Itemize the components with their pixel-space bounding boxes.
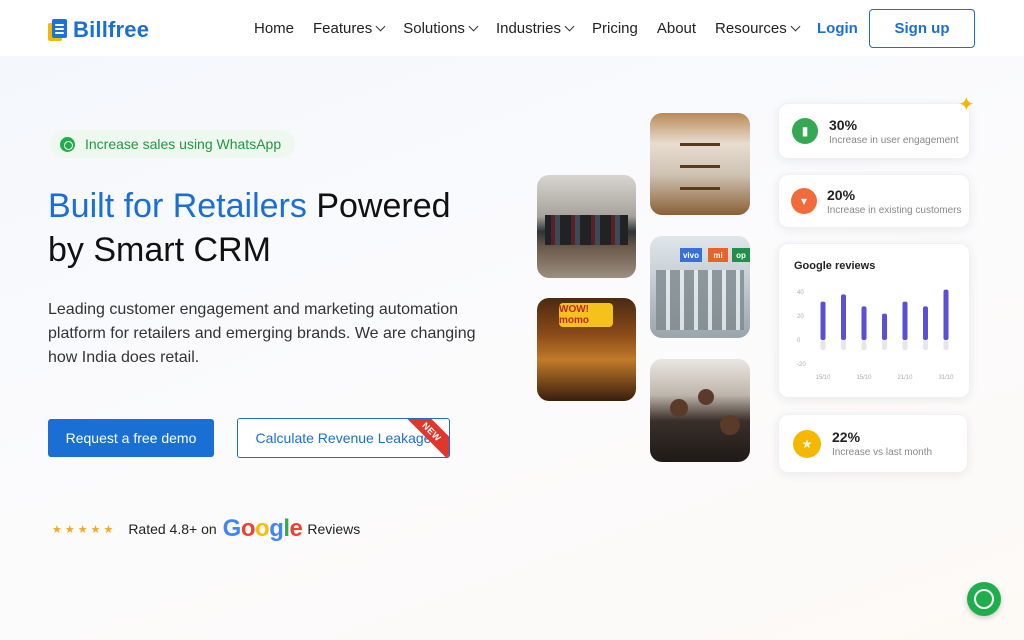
- login-link[interactable]: Login: [817, 20, 858, 37]
- rating-stars-icon: ★★★★★: [52, 523, 117, 536]
- stat-value: 22%: [832, 429, 861, 445]
- brand-name: Billfree: [73, 17, 150, 42]
- stat-value: 20%: [827, 186, 856, 203]
- chart-bar: [882, 313, 887, 340]
- oppo-sign: op: [732, 248, 750, 262]
- nav-solutions[interactable]: Solutions: [403, 20, 479, 37]
- top-navbar: Billfree Home Features Solutions Industr…: [0, 0, 1024, 56]
- bar-chart-icon: ▮: [792, 118, 818, 144]
- star-icon: ★: [793, 429, 821, 458]
- brand-logo[interactable]: Billfree: [48, 17, 149, 43]
- nav-resources[interactable]: Resources: [715, 20, 801, 37]
- nav-resources-label: Resources: [715, 20, 787, 37]
- google-logo: Google: [222, 515, 303, 542]
- chart-title: Google reviews: [794, 260, 876, 272]
- bar-track: [820, 340, 826, 350]
- chart-bar: [943, 289, 949, 340]
- bar-track: [861, 340, 867, 350]
- google-reviews-chart-card: Google reviews 40 20 0 -20 15/10 15/10 21/10 31…: [778, 243, 970, 398]
- cart-icon: ▾: [791, 188, 817, 214]
- y-tick-label: 20: [797, 314, 804, 320]
- x-tick-label: 15/10: [815, 375, 831, 381]
- whatsapp-promo-pill[interactable]: Increase sales using WhatsApp: [50, 130, 296, 158]
- nav-industries-label: Industries: [495, 20, 561, 37]
- bar-track: [923, 340, 928, 350]
- y-tick-label: -20: [797, 362, 806, 368]
- momo-store-photo: WOW! momo: [537, 298, 636, 401]
- hero-subtext: Leading customer engagement and marketin…: [48, 301, 476, 366]
- nav-pricing[interactable]: Pricing: [592, 20, 638, 37]
- bar-track: [902, 340, 908, 350]
- store-sign: WOW! momo: [559, 303, 613, 327]
- headline-part-2: by Smart CRM: [48, 231, 271, 269]
- google-reviews-chart: 40 20 0 -20 15/10 15/10 21/10 31/10: [797, 289, 954, 381]
- nav-pricing-label: Pricing: [591, 20, 638, 37]
- bar-track: [841, 340, 846, 350]
- y-tick-label: 0: [797, 338, 801, 344]
- chevron-down-icon: [790, 21, 801, 32]
- stat-label: Increase in existing customers: [827, 204, 962, 216]
- x-tick-label: 31/10: [938, 375, 954, 381]
- calc-button-label: Calculate Revenue Leakage: [255, 430, 432, 446]
- headline-highlight: Built for Retailers: [48, 187, 307, 225]
- nav-about[interactable]: About: [657, 20, 696, 37]
- billfree-logo-icon: [48, 19, 67, 41]
- whatsapp-icon: [60, 136, 75, 152]
- main-nav: Home Features Solutions Industries Prici…: [254, 20, 818, 37]
- stat-card-last-month: ★ 22% Increase vs last month: [778, 414, 968, 473]
- clothing-store-photo: [537, 175, 636, 278]
- stat-label: Increase in user engagement: [829, 134, 959, 146]
- chart-bar: [902, 301, 908, 340]
- chevron-down-icon: [468, 21, 479, 32]
- rating-prefix: Rated 4.8+ on: [128, 521, 217, 537]
- mobile-store-photo: vivo mi op: [650, 236, 750, 338]
- chart-bar: [923, 306, 928, 340]
- stat-value: 30%: [829, 116, 858, 133]
- chart-bar: [861, 306, 867, 340]
- stat-card-engagement: ▮ 30% Increase in user engagement: [778, 103, 970, 159]
- watch-store-photo: [650, 113, 750, 215]
- bar-track: [882, 340, 887, 350]
- request-demo-button[interactable]: Request a free demo: [48, 419, 214, 457]
- x-tick-label: 15/10: [856, 375, 872, 381]
- nav-industries[interactable]: Industries: [495, 20, 575, 37]
- nav-about-label: About: [656, 20, 697, 37]
- whatsapp-chat-button[interactable]: [967, 582, 1001, 616]
- chart-bar: [820, 301, 826, 340]
- mi-sign: mi: [708, 248, 728, 262]
- x-tick-label: 21/10: [897, 375, 913, 381]
- hero-headline: Built for Retailers Powered by Smart CRM: [48, 184, 488, 272]
- chevron-down-icon: [375, 21, 386, 32]
- stat-card-customers: ▾ 20% Increase in existing customers: [778, 174, 970, 228]
- rating-suffix: Reviews: [307, 521, 361, 537]
- nav-home[interactable]: Home: [254, 20, 294, 37]
- signup-button[interactable]: Sign up: [869, 9, 975, 48]
- nav-features-label: Features: [313, 20, 373, 37]
- rating-row: ★★★★★ Rated 4.8+ on Google Reviews: [52, 515, 360, 543]
- y-tick-label: 40: [797, 290, 804, 296]
- stat-label: Increase vs last month: [832, 447, 933, 458]
- headline-part-1: Powered: [306, 187, 451, 225]
- chevron-down-icon: [564, 21, 575, 32]
- nav-home-label: Home: [254, 20, 295, 37]
- salon-photo: [650, 359, 750, 462]
- vivo-sign: vivo: [680, 248, 702, 262]
- nav-solutions-label: Solutions: [403, 20, 465, 37]
- sparkle-icon: ✦: [958, 94, 975, 116]
- nav-features[interactable]: Features: [313, 20, 386, 37]
- bar-track: [943, 340, 949, 350]
- calculate-revenue-leakage-button[interactable]: Calculate Revenue Leakage NEW: [237, 418, 450, 458]
- whatsapp-promo-label: Increase sales using WhatsApp: [85, 136, 282, 152]
- chart-bar: [841, 294, 846, 340]
